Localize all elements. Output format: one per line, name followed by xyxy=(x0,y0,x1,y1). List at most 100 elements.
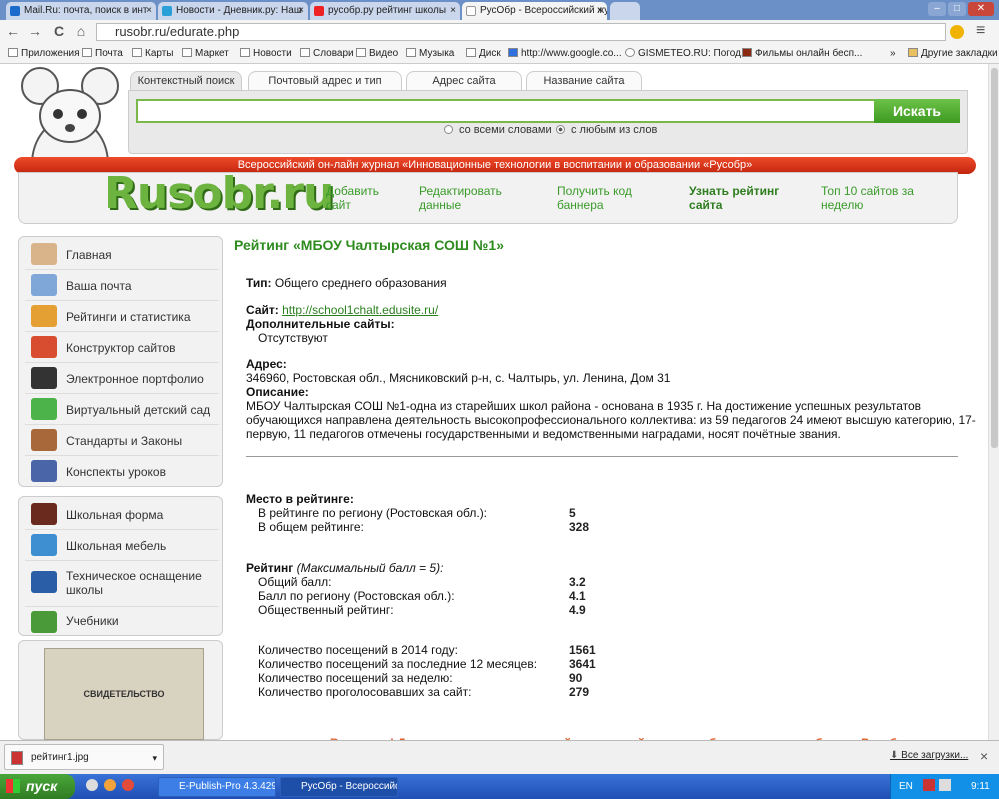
tab-close-icon[interactable]: × xyxy=(298,2,304,20)
add-site-link[interactable]: Добавить сайт xyxy=(326,184,379,212)
taskbar-browser[interactable]: РусОбр - Всероссийс... xyxy=(280,777,398,797)
sidebar-item-lessons[interactable]: Конспекты уроков xyxy=(25,456,219,486)
home-icon[interactable]: ⌂ xyxy=(72,23,90,39)
search-tab-site-address[interactable]: Адрес сайта xyxy=(406,71,522,91)
other-bookmarks[interactable]: Другие закладки xyxy=(908,48,998,59)
bookmark-item[interactable]: Музыка xyxy=(406,48,454,59)
rating-row-value: 3.2 xyxy=(569,575,586,589)
back-icon[interactable]: ← xyxy=(4,23,22,39)
radio-any-word[interactable]: с любым из слов xyxy=(556,124,657,136)
visits-row-value: 3641 xyxy=(569,657,596,671)
tab-close-icon[interactable]: × xyxy=(450,2,456,20)
quicklaunch-icon[interactable] xyxy=(104,779,116,791)
tab-close-icon[interactable]: × xyxy=(146,2,152,20)
bookmarks-overflow[interactable]: » xyxy=(890,48,896,59)
bookmark-item[interactable]: Фильмы онлайн бесп... xyxy=(742,48,862,59)
bookmark-item[interactable]: Приложения xyxy=(8,48,80,59)
bookmark-item[interactable]: GISMETEO.RU: Погод... xyxy=(625,48,749,59)
new-tab-button[interactable] xyxy=(610,2,640,20)
reload-icon[interactable]: C xyxy=(50,23,68,39)
description-line: МБОУ Чалтырская СОШ №1-одна из старейших… xyxy=(246,399,922,413)
place-label: Место в рейтинге: xyxy=(246,492,354,506)
scrollbar-thumb[interactable] xyxy=(991,68,998,448)
tray-icon[interactable] xyxy=(939,779,951,791)
taskbar-epublish[interactable]: E-Publish-Pro 4.3.429.... xyxy=(158,777,276,797)
dnevnik-favicon-icon xyxy=(162,6,172,16)
close-downloads-icon[interactable]: × xyxy=(980,748,988,764)
download-item[interactable]: рейтинг1.jpg ▾ xyxy=(4,744,164,770)
uniform-icon xyxy=(31,503,57,525)
sidebar-item-standards[interactable]: Стандарты и Законы xyxy=(25,425,219,456)
maximize-button[interactable]: □ xyxy=(948,2,966,16)
check-rating-link[interactable]: Узнать рейтинг сайта xyxy=(689,184,779,212)
bookmark-item[interactable]: http://www.google.co... xyxy=(508,48,622,59)
school-site-link[interactable]: http://school1chalt.edusite.ru/ xyxy=(282,303,438,317)
divider xyxy=(246,456,958,457)
rating-row-label: Общественный рейтинг: xyxy=(258,603,394,617)
bookmark-item[interactable]: Новости xyxy=(240,48,292,59)
sidebar-item-kindergarten[interactable]: Виртуальный детский сад xyxy=(25,394,219,425)
type-row: Тип: Общего среднего образования xyxy=(246,276,447,290)
sidebar-item-equipment[interactable]: Техническое оснащение школы xyxy=(25,561,219,607)
sidebar-item-textbooks[interactable]: Учебники xyxy=(25,607,219,635)
edit-data-link[interactable]: Редактировать данные xyxy=(419,184,502,212)
certificate-image[interactable]: СВИДЕТЕЛЬСТВО xyxy=(44,648,204,740)
tray-icon[interactable] xyxy=(923,779,935,791)
visits-row-value: 1561 xyxy=(569,643,596,657)
quicklaunch-icon[interactable] xyxy=(86,779,98,791)
start-button[interactable]: пуск xyxy=(0,774,75,799)
sidebar-item-furniture[interactable]: Школьная мебель xyxy=(25,530,219,561)
search-tab-address[interactable]: Почтовый адрес и тип xyxy=(248,71,402,91)
browser-tab-dnevnik[interactable]: Новости - Дневник.ру: Наш × xyxy=(158,2,308,20)
browser-tab-rusobr[interactable]: РусОбр - Всероссийский жу × xyxy=(462,2,607,20)
sidebar-item-home[interactable]: Главная xyxy=(25,239,219,270)
tab-close-icon[interactable]: × xyxy=(597,2,603,20)
get-banner-code-link[interactable]: Получить код баннера xyxy=(557,184,632,212)
kids-icon xyxy=(31,398,57,420)
bookmark-item[interactable]: Маркет xyxy=(182,48,229,59)
bookmark-item[interactable]: Видео xyxy=(356,48,398,59)
scrollbar[interactable] xyxy=(988,64,999,740)
all-downloads-link[interactable]: ⬇ Все загрузки... xyxy=(890,750,968,761)
bookmark-item[interactable]: Диск xyxy=(466,48,501,59)
sidebar-item-site-builder[interactable]: Конструктор сайтов xyxy=(25,332,219,363)
yandex-favicon-icon xyxy=(314,6,324,16)
furniture-icon xyxy=(31,534,57,556)
close-window-button[interactable]: ✕ xyxy=(968,2,994,16)
radio-all-words[interactable]: со всеми словами xyxy=(444,124,552,136)
computer-icon xyxy=(31,571,57,593)
bookmarks-bar: Приложения Почта Карты Маркет Новости Сл… xyxy=(0,44,999,64)
sidebar-item-portfolio[interactable]: Электронное портфолио xyxy=(25,363,219,394)
search-tab-context[interactable]: Контекстный поиск xyxy=(130,71,242,91)
sidebar-item-mail[interactable]: Ваша почта xyxy=(25,270,219,301)
bookmark-item[interactable]: Словари xyxy=(300,48,354,59)
chevron-down-icon[interactable]: ▾ xyxy=(152,745,157,771)
quicklaunch-icon[interactable] xyxy=(122,779,134,791)
address-value: 346960, Ростовская обл., Мясниковский р-… xyxy=(246,371,671,385)
search-tab-site-name[interactable]: Название сайта xyxy=(526,71,642,91)
site-logo[interactable]: Rusobr.ru xyxy=(104,168,334,219)
language-indicator[interactable]: EN xyxy=(899,781,913,792)
browser-tab-mailru[interactable]: Mail.Ru: почта, поиск в инт × xyxy=(6,2,156,20)
mailru-favicon-icon xyxy=(10,6,20,16)
sidebar-item-ratings[interactable]: Рейтинги и статистика xyxy=(25,301,219,332)
sidebar-item-uniform[interactable]: Школьная форма xyxy=(25,499,219,530)
image-file-icon xyxy=(11,751,23,765)
address-bar[interactable]: rusobr.ru/edurate.php xyxy=(96,23,946,41)
visits-row-label: Количество проголосовавших за сайт: xyxy=(258,685,472,699)
browser-tab-yandex[interactable]: русобр.ру рейтинг школы × xyxy=(310,2,460,20)
bookmark-item[interactable]: Карты xyxy=(132,48,174,59)
description-line: первую, 11 педагогов отмечены государств… xyxy=(246,427,841,441)
search-input[interactable] xyxy=(136,99,876,123)
top10-link[interactable]: Топ 10 сайтов за неделю xyxy=(821,184,914,212)
extension-icon[interactable] xyxy=(950,25,964,39)
visits-row-label: Количество посещений за последние 12 мес… xyxy=(258,657,538,671)
menu-icon[interactable]: ≡ xyxy=(976,22,985,40)
search-button[interactable]: Искать xyxy=(874,99,960,123)
forward-icon[interactable]: → xyxy=(26,23,44,39)
minimize-button[interactable]: – xyxy=(928,2,946,16)
rating-row-value: 4.9 xyxy=(569,603,586,617)
home-icon xyxy=(31,243,57,265)
bookmark-item[interactable]: Почта xyxy=(82,48,123,59)
portfolio-icon xyxy=(31,367,57,389)
